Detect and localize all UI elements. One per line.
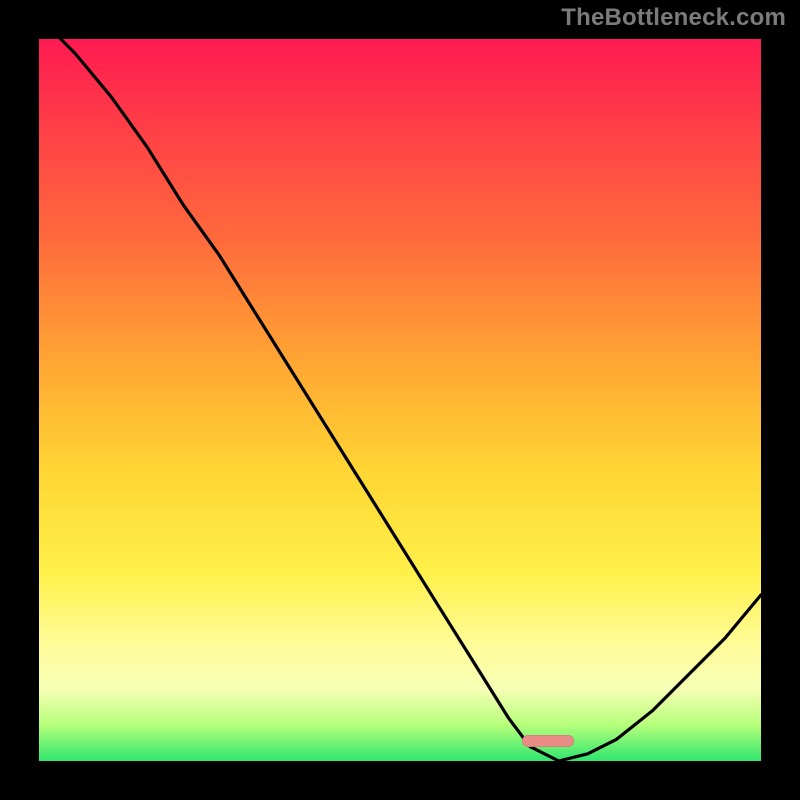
chart-root: TheBottleneck.com xyxy=(0,0,800,800)
watermark-text: TheBottleneck.com xyxy=(561,4,786,32)
plot-area xyxy=(39,39,761,761)
optimal-marker xyxy=(522,735,574,747)
bottleneck-curve xyxy=(39,17,761,761)
curve-svg xyxy=(39,39,761,761)
